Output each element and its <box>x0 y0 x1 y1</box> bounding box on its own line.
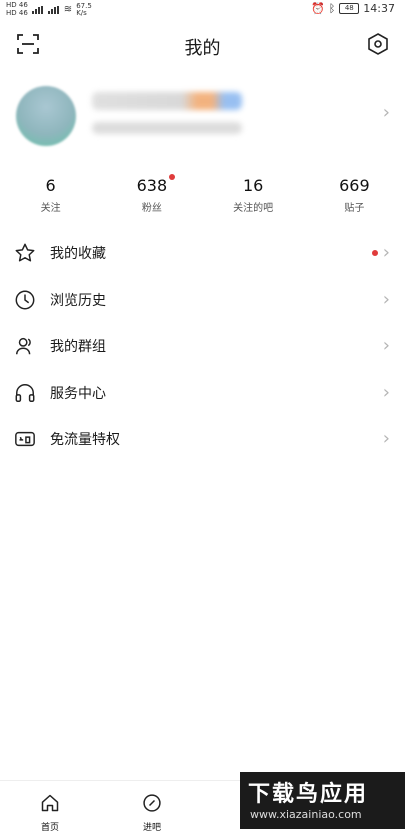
menu-label: 免流量特权 <box>50 432 120 449</box>
settings-icon[interactable] <box>366 32 390 56</box>
avatar[interactable] <box>16 86 76 146</box>
chevron-right-icon: › <box>382 335 390 356</box>
bluetooth-icon: ᛒ <box>328 2 336 15</box>
watermark-logo: 下载鸟应用 www.xiazainiao.com <box>240 772 405 829</box>
stat-label: 关注的吧 <box>233 203 274 214</box>
compass-icon <box>143 794 161 812</box>
wifi-icon: ≋ <box>63 4 73 15</box>
home-icon <box>41 794 59 812</box>
chevron-right-icon: › <box>382 428 390 449</box>
stat-fans[interactable]: 638 粉丝 <box>101 174 202 224</box>
clock-icon <box>15 290 35 309</box>
user-bio-blurred <box>92 122 242 134</box>
nav-label: 进吧 <box>142 823 161 833</box>
star-icon <box>15 243 35 262</box>
profile-card[interactable]: › <box>0 80 405 160</box>
watermark-url: www.xiazainiao.com <box>250 808 362 821</box>
network-line-1: HD 46 <box>6 1 28 9</box>
stat-number: 638 <box>136 176 168 195</box>
group-icon <box>16 337 31 355</box>
menu-label: 浏览历史 <box>50 292 106 309</box>
page-title: 我的 <box>184 38 221 59</box>
stat-following[interactable]: 6 关注 <box>0 176 101 224</box>
signal-icon <box>31 5 44 14</box>
menu-item-groups[interactable]: 我的群组 › <box>0 323 405 370</box>
stat-label: 关注 <box>40 203 61 214</box>
stat-number: 669 <box>339 176 370 195</box>
menu-item-favorites[interactable]: 我的收藏 › <box>0 230 405 277</box>
chevron-right-icon: › <box>382 288 390 310</box>
free-data-icon <box>15 431 35 447</box>
alarm-icon: ⏰ <box>310 2 325 15</box>
status-bar: HD 46 HD 46 ≋ 67.5 K/s ⏰ ᛒ 48 14:37 <box>0 0 405 17</box>
chevron-right-icon: › <box>382 102 390 123</box>
stat-number: 6 <box>45 176 56 195</box>
system-indicators: ⏰ ᛒ 48 14:37 <box>311 2 395 15</box>
stat-label: 粉丝 <box>141 203 162 214</box>
watermark-title: 下载鸟应用 <box>248 781 369 807</box>
network-line-2: HD 46 <box>6 9 28 17</box>
stat-followed-bars[interactable]: 16 关注的吧 <box>203 176 304 224</box>
time: 14:37 <box>363 2 395 15</box>
stat-posts[interactable]: 669 贴子 <box>304 176 405 224</box>
stat-label: 贴子 <box>344 203 365 214</box>
signal-icon-2 <box>47 5 60 14</box>
nav-home[interactable]: 首页 <box>20 793 80 833</box>
menu-item-free-data[interactable]: 免流量特权 › <box>0 416 405 463</box>
nav-enter-bar[interactable]: 进吧 <box>122 793 182 833</box>
menu-label: 我的收藏 <box>50 246 106 263</box>
chevron-right-icon: › <box>382 242 390 263</box>
notification-dot <box>372 250 378 256</box>
headphones-icon <box>15 383 35 402</box>
stats-row: 6 关注 638 粉丝 16 关注的吧 669 贴子 <box>0 174 405 224</box>
speed-unit: K/s <box>76 8 87 17</box>
network-indicators: HD 46 HD 46 ≋ 67.5 K/s <box>6 2 92 17</box>
menu-item-service-center[interactable]: 服务中心 › <box>0 370 405 417</box>
notification-dot <box>169 174 176 180</box>
menu-item-history[interactable]: 浏览历史 › <box>0 277 405 324</box>
username-blurred <box>92 92 242 110</box>
menu-label: 我的群组 <box>50 339 106 356</box>
stat-number: 16 <box>242 176 264 195</box>
menu-label: 服务中心 <box>50 385 106 402</box>
nav-label: 首页 <box>40 823 59 833</box>
stat-number-wrapper: 638 <box>136 174 176 195</box>
battery-icon: 48 <box>339 3 360 14</box>
menu-list: 我的收藏 › 浏览历史 › 我的群组 › 服务中心 › 免流量特权 › <box>0 230 405 463</box>
header: 我的 <box>0 24 405 64</box>
chevron-right-icon: › <box>382 381 390 403</box>
